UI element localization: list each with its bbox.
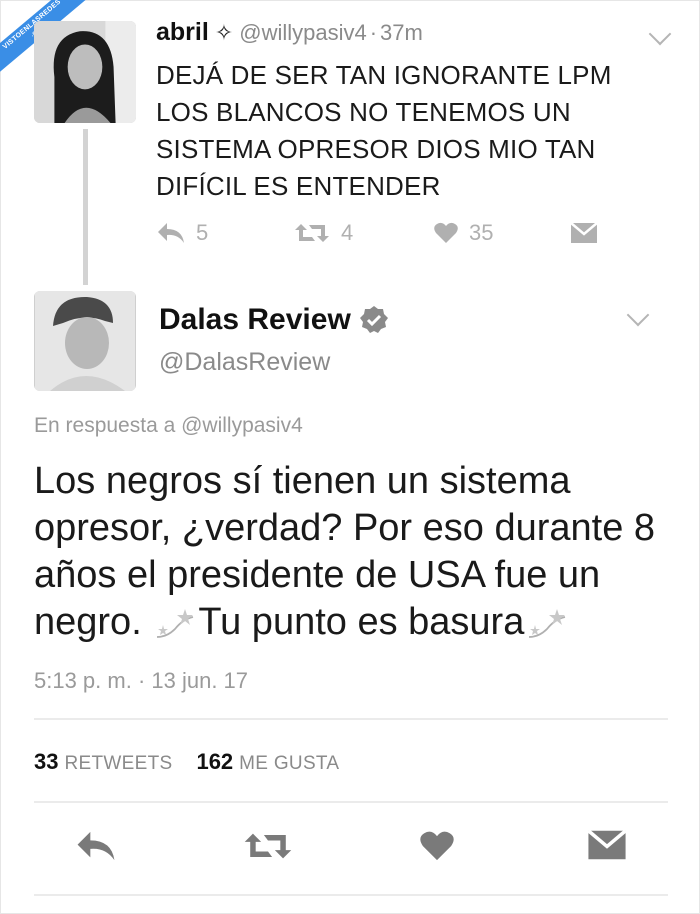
reply-context[interactable]: En respuesta a @willypasiv4: [34, 414, 303, 438]
retweet-button[interactable]: 4: [293, 216, 353, 250]
sparkle-badge-icon: ✧: [214, 20, 234, 45]
reply-button[interactable]: [74, 829, 118, 868]
like-icon: [420, 831, 454, 861]
verified-icon: [359, 306, 388, 333]
message-button[interactable]: [587, 829, 627, 866]
author-handle[interactable]: @DalasReview: [159, 348, 330, 377]
like-count: 35: [469, 220, 494, 245]
avatar-photo: [34, 21, 136, 123]
retweets-count[interactable]: 33: [34, 749, 58, 774]
retweet-icon: [244, 833, 292, 859]
tweet-actions: 5 4 35: [156, 216, 616, 250]
reply-button[interactable]: 5: [156, 216, 208, 250]
avatar[interactable]: [34, 21, 136, 123]
chevron-down-icon[interactable]: [648, 22, 672, 46]
sparkle-icon: [529, 608, 566, 638]
retweet-button[interactable]: [242, 829, 294, 868]
avatar[interactable]: [34, 291, 136, 391]
likes-count[interactable]: 162: [196, 749, 233, 774]
divider: [34, 801, 668, 803]
engagement-stats: 33 RETWEETS 162 ME GUSTA: [34, 749, 339, 775]
thread-line: [83, 129, 88, 285]
author-name-row: Dalas Review: [159, 303, 389, 337]
retweet-icon: [295, 224, 329, 242]
author-name[interactable]: abril: [156, 18, 209, 46]
separator: ·: [369, 20, 378, 45]
likes-label: ME GUSTA: [239, 753, 340, 774]
author-name[interactable]: Dalas Review: [159, 303, 351, 337]
retweets-label: RETWEETS: [64, 753, 173, 774]
avatar-photo: [35, 291, 135, 391]
sparkle-icon: [157, 608, 194, 638]
tweet-text: Los negros sí tienen un sistema opresor,…: [34, 458, 674, 646]
message-icon: [587, 829, 627, 860]
chevron-down-icon[interactable]: [626, 303, 650, 327]
tweet-timestamp[interactable]: 5:13 p. m. · 13 jun. 17: [34, 668, 248, 694]
reply-icon: [77, 831, 115, 861]
tweet-time[interactable]: 37m: [380, 20, 423, 45]
reply-count: 5: [196, 220, 209, 245]
tweet-text: DEJÁ DE SER TAN IGNORANTE LPM LOS BLANCO…: [156, 60, 612, 201]
divider: [34, 894, 668, 896]
author-handle[interactable]: @willypasiv4: [239, 20, 366, 45]
divider: [34, 718, 668, 720]
like-button[interactable]: [418, 829, 456, 868]
tweet-text-part: Tu punto es basura: [198, 601, 525, 643]
like-icon: [434, 222, 458, 243]
message-button[interactable]: [570, 216, 598, 250]
reply-icon: [158, 223, 184, 243]
message-icon: [570, 222, 598, 243]
like-button[interactable]: 35: [433, 216, 493, 250]
retweet-count: 4: [341, 220, 354, 245]
tweet-screenshot: VISTOENLASREDES .com abril✧@willypasiv4·…: [0, 0, 700, 914]
tweet-header: abril ✧ @willypasiv4 · 37m: [156, 18, 423, 47]
